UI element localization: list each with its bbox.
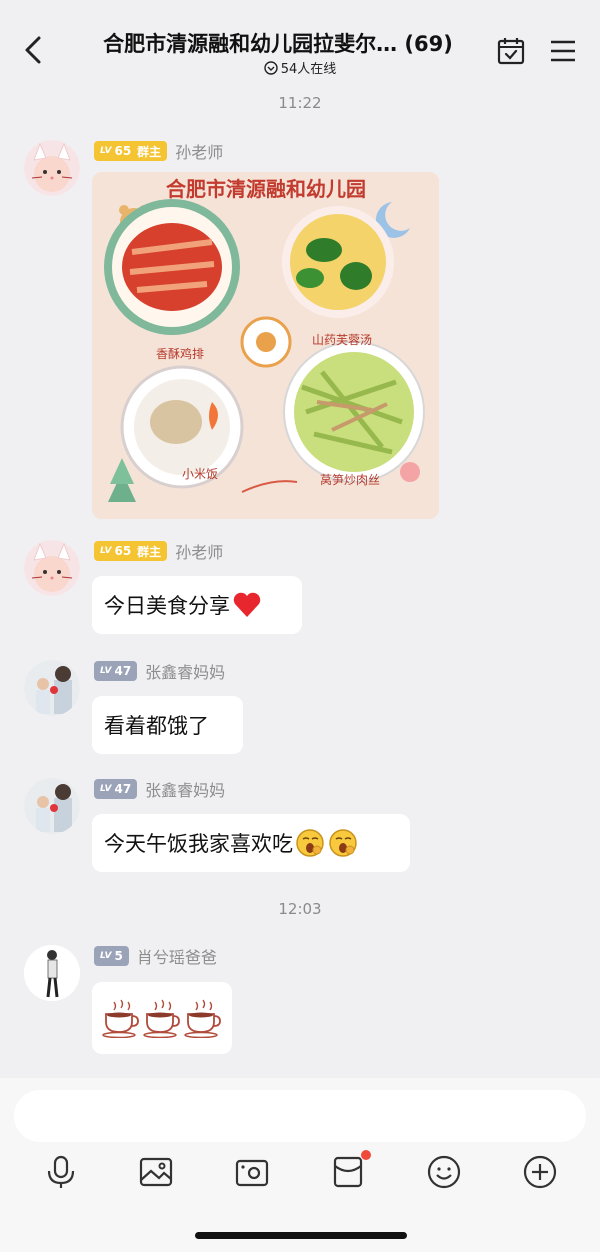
emoji-message-bubble[interactable] [92, 982, 232, 1054]
photo-title: 合肥市清源融和幼儿园 [166, 177, 366, 201]
coffee-cup-icon [102, 999, 139, 1038]
badge-level: 47 [114, 664, 132, 678]
badge-role: 群主 [137, 144, 162, 159]
smile-icon[interactable] [426, 1154, 462, 1190]
avatar-sun-teacher[interactable] [24, 540, 80, 596]
member-badge: LV 47 [94, 661, 138, 681]
dish-label: 香酥鸡排 [156, 346, 204, 361]
avatar-zhang-mom[interactable] [24, 660, 80, 716]
sender-line: LV 5 肖兮瑶爸爸 [94, 945, 217, 967]
timestamp: 12:03 [278, 900, 322, 918]
online-indicator-icon [264, 61, 278, 75]
dish-label: 莴笋炒肉丝 [320, 472, 380, 487]
mother-child-avatar-icon [24, 778, 80, 834]
avatar-zhang-mom[interactable] [24, 778, 80, 834]
yawning-face-icon [329, 829, 357, 857]
badge-level: 65 [114, 144, 132, 158]
sender-name[interactable]: 孙老师 [175, 139, 223, 163]
online-count: 54人在线 [280, 62, 337, 77]
lv-label: LV [100, 951, 112, 961]
home-indicator [195, 1232, 407, 1239]
sender-name[interactable]: 肖兮瑶爸爸 [137, 944, 217, 968]
badge-level: 5 [114, 949, 123, 963]
sender-line: LV 65 群主 孙老师 [94, 140, 223, 162]
timestamp: 11:22 [278, 94, 322, 112]
coffee-cup-icon [184, 999, 221, 1038]
message-bubble[interactable]: 今日美食分享 [92, 576, 302, 634]
red-packet-icon[interactable] [330, 1154, 366, 1190]
plus-icon[interactable] [522, 1154, 558, 1190]
avatar-sun-teacher[interactable] [24, 140, 80, 196]
badge-level: 47 [114, 782, 132, 796]
microphone-icon[interactable] [43, 1154, 79, 1190]
member-badge: LV 5 [94, 946, 129, 966]
message-bubble[interactable]: 今天午饭我家喜欢吃 [92, 814, 410, 872]
menu-photo-artwork: 合肥市清源融和幼儿园 香酥鸡排 山药芙蓉汤 小米饭 莴笋炒肉丝 [92, 172, 439, 519]
sender-line: LV 65 群主 孙老师 [94, 540, 223, 562]
sender-name[interactable]: 孙老师 [175, 539, 223, 563]
sender-line: LV 47 张鑫睿妈妈 [94, 660, 225, 682]
notification-dot [361, 1150, 371, 1160]
group-title[interactable]: 合肥市清源融和幼儿园拉斐尔… (69) [78, 28, 478, 58]
message-text: 看着都饿了 [104, 714, 209, 738]
baby-cat-avatar-icon [24, 540, 80, 596]
sender-name[interactable]: 张鑫睿妈妈 [145, 659, 225, 683]
message-input[interactable] [14, 1090, 586, 1142]
dish-label: 小米饭 [182, 467, 218, 481]
lv-label: LV [100, 146, 112, 156]
chat-header: 合肥市清源融和幼儿园拉斐尔… (69) 54人在线 [0, 0, 600, 84]
owner-badge: LV 65 群主 [94, 141, 168, 161]
sender-name[interactable]: 张鑫睿妈妈 [145, 777, 225, 801]
menu-icon[interactable] [548, 38, 578, 64]
lv-label: LV [100, 784, 112, 794]
message-text: 今日美食分享 [104, 594, 230, 618]
red-heart-icon [233, 592, 261, 617]
owner-badge: LV 65 群主 [94, 541, 168, 561]
baby-cat-avatar-icon [24, 140, 80, 196]
mother-child-avatar-icon [24, 660, 80, 716]
lv-label: LV [100, 666, 112, 676]
lv-label: LV [100, 546, 112, 556]
menu-photo[interactable]: 合肥市清源融和幼儿园 香酥鸡排 山药芙蓉汤 小米饭 莴笋炒肉丝 [92, 172, 439, 519]
yawning-face-icon [296, 829, 324, 857]
badge-level: 65 [114, 544, 132, 558]
message-text: 今天午饭我家喜欢吃 [104, 832, 293, 856]
avatar-xiao-dad[interactable] [24, 945, 80, 1001]
member-badge: LV 47 [94, 779, 138, 799]
walking-person-avatar-icon [24, 945, 80, 1001]
message-bubble[interactable]: 看着都饿了 [92, 696, 243, 754]
camera-icon[interactable] [234, 1154, 270, 1190]
calendar-check-icon[interactable] [496, 36, 526, 66]
coffee-cup-icon [143, 999, 180, 1038]
sender-line: LV 47 张鑫睿妈妈 [94, 778, 225, 800]
dish-label: 山药芙蓉汤 [312, 333, 372, 347]
image-icon[interactable] [138, 1154, 174, 1190]
badge-role: 群主 [137, 544, 162, 559]
